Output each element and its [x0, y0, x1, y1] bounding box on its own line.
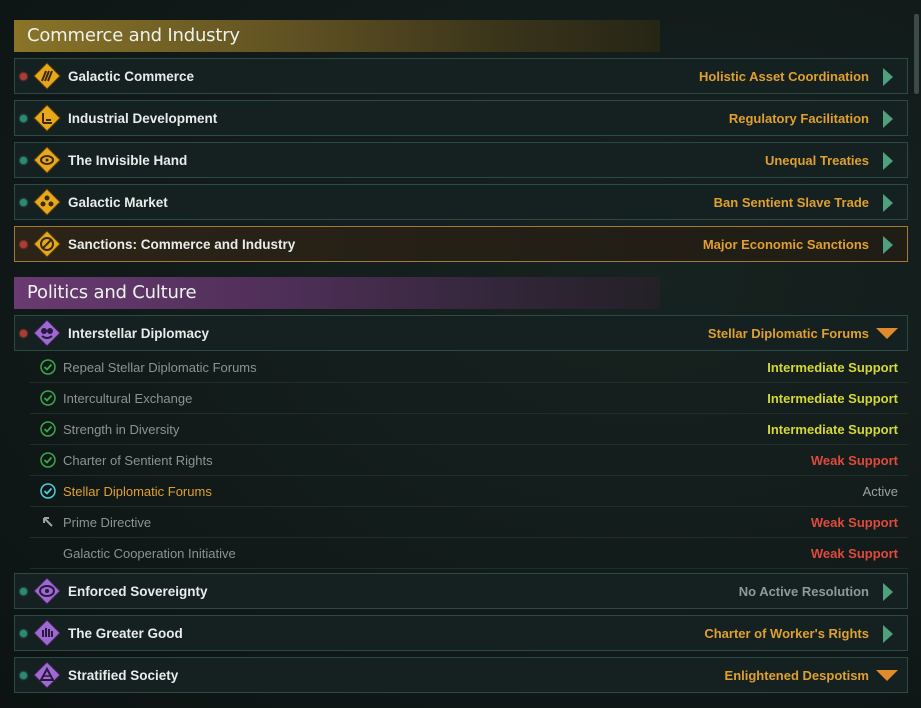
resolution-item[interactable]: Strength in Diversity Intermediate Suppo… [30, 414, 908, 445]
support-level: Intermediate Support [767, 422, 898, 437]
chevron-right-icon[interactable] [883, 236, 893, 254]
check-active-icon [40, 483, 56, 499]
resolution-title: Strength in Diversity [63, 422, 180, 437]
status-dot [20, 588, 27, 595]
resolution-group-industrial-development[interactable]: Industrial Development Regulatory Facili… [14, 100, 908, 136]
group-title: Sanctions: Commerce and Industry [68, 237, 296, 252]
resolution-title: Charter of Sentient Rights [63, 453, 213, 468]
commerce-icon [33, 62, 61, 90]
resolution-title: Stellar Diplomatic Forums [63, 484, 212, 499]
group-status: Regulatory Facilitation [728, 111, 869, 126]
chevron-down-icon[interactable] [876, 670, 898, 681]
diplomacy-icon [33, 319, 61, 347]
chevron-right-icon[interactable] [883, 110, 893, 128]
status-dot [20, 157, 27, 164]
chevron-down-icon[interactable] [876, 328, 898, 339]
status-dot [20, 330, 27, 337]
resolution-item[interactable]: Intercultural Exchange Intermediate Supp… [30, 383, 908, 414]
support-level: Intermediate Support [767, 391, 898, 406]
chevron-right-icon[interactable] [883, 194, 893, 212]
group-title: Industrial Development [68, 111, 218, 126]
resolution-item[interactable]: Charter of Sentient Rights Weak Support [30, 445, 908, 476]
status-dot [20, 115, 27, 122]
group-title: Stratified Society [68, 668, 179, 683]
support-level: Intermediate Support [767, 360, 898, 375]
resolution-item[interactable]: Repeal Stellar Diplomatic Forums Interme… [30, 352, 908, 383]
group-status: No Active Resolution [738, 584, 869, 599]
sanctions-icon [33, 230, 61, 258]
resolution-group-stratified-society[interactable]: Stratified Society Enlightened Despotism [14, 657, 908, 693]
galactic-community-panel: Commerce and Industry Galactic Commerce … [0, 0, 921, 708]
support-level: Weak Support [810, 453, 898, 468]
group-title: Galactic Commerce [68, 69, 195, 84]
resolution-group-greater-good[interactable]: The Greater Good Charter of Worker's Rig… [14, 615, 908, 651]
revert-icon [43, 517, 53, 527]
resolution-item[interactable]: Galactic Cooperation Initiative Weak Sup… [30, 538, 908, 569]
invisible-hand-icon [33, 146, 61, 174]
group-status: Ban Sentient Slave Trade [713, 195, 869, 210]
resolution-item-active[interactable]: Stellar Diplomatic Forums Active [30, 476, 908, 507]
group-status: Stellar Diplomatic Forums [707, 326, 869, 341]
resolution-group-interstellar-diplomacy[interactable]: Interstellar Diplomacy Stellar Diplomati… [14, 315, 908, 351]
resolution-group-invisible-hand[interactable]: The Invisible Hand Unequal Treaties [14, 142, 908, 178]
group-title: Interstellar Diplomacy [68, 326, 210, 341]
resolution-group-galactic-commerce[interactable]: Galactic Commerce Holistic Asset Coordin… [14, 58, 908, 94]
group-status: Enlightened Despotism [724, 668, 869, 683]
group-title: Galactic Market [68, 195, 168, 210]
group-title: The Greater Good [68, 626, 183, 641]
status-dot [20, 199, 27, 206]
group-status: Major Economic Sanctions [702, 237, 869, 252]
resolution-group-galactic-market[interactable]: Galactic Market Ban Sentient Slave Trade [14, 184, 908, 220]
resolution-group-sanctions[interactable]: Sanctions: Commerce and Industry Major E… [14, 226, 908, 262]
group-title: The Invisible Hand [68, 153, 188, 168]
stratified-icon [33, 661, 61, 689]
scrollbar[interactable] [914, 14, 919, 94]
support-level: Weak Support [810, 515, 898, 530]
industry-icon [33, 104, 61, 132]
status-dot [20, 73, 27, 80]
resolution-title: Prime Directive [63, 515, 152, 530]
check-icon [40, 452, 56, 468]
support-level: Active [862, 484, 898, 499]
group-title: Enforced Sovereignty [68, 584, 208, 599]
chevron-right-icon[interactable] [883, 625, 893, 643]
support-level: Weak Support [810, 546, 898, 561]
chevron-right-icon[interactable] [883, 583, 893, 601]
sovereignty-icon [33, 577, 61, 605]
status-dot [20, 241, 27, 248]
resolution-group-enforced-sovereignty[interactable]: Enforced Sovereignty No Active Resolutio… [14, 573, 908, 609]
resolution-item[interactable]: Prime Directive Weak Support [30, 507, 908, 538]
status-dot [20, 672, 27, 679]
category-header-commerce: Commerce and Industry [14, 20, 660, 52]
status-dot [20, 630, 27, 637]
market-icon [33, 188, 61, 216]
group-status: Unequal Treaties [764, 153, 869, 168]
resolution-title: Intercultural Exchange [63, 391, 193, 406]
check-icon [40, 421, 56, 437]
check-icon [40, 390, 56, 406]
category-header-politics: Politics and Culture [14, 277, 660, 309]
chevron-right-icon[interactable] [883, 68, 893, 86]
chevron-right-icon[interactable] [883, 152, 893, 170]
group-status: Holistic Asset Coordination [699, 69, 869, 84]
resolution-title: Galactic Cooperation Initiative [63, 546, 236, 561]
resolution-title: Repeal Stellar Diplomatic Forums [63, 360, 257, 375]
group-status: Charter of Worker's Rights [704, 626, 869, 641]
check-icon [40, 359, 56, 375]
greater-good-icon [33, 619, 61, 647]
